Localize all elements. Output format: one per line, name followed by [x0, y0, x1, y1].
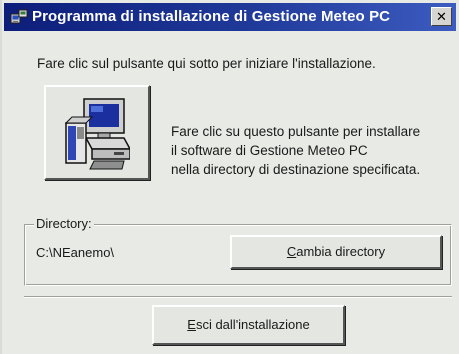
- change-directory-label: ambia directory: [296, 244, 386, 259]
- title-bar: Programma di installazione di Gestione M…: [4, 3, 456, 31]
- directory-group-label: Directory:: [34, 216, 94, 231]
- separator: [24, 296, 452, 298]
- change-directory-button[interactable]: Cambia directory: [230, 235, 442, 269]
- change-directory-mnemonic: C: [286, 244, 297, 259]
- computer-setup-icon: [64, 98, 130, 170]
- setup-app-icon: [10, 9, 28, 24]
- exit-setup-button[interactable]: Esci dall'installazione: [152, 305, 345, 345]
- install-description: Fare clic su questo pulsante per install…: [171, 122, 420, 179]
- setup-window: Programma di installazione di Gestione M…: [0, 0, 459, 354]
- close-button[interactable]: ✕: [431, 7, 452, 26]
- install-description-line: Fare clic su questo pulsante per install…: [171, 124, 421, 139]
- directory-path: C:\NEanemo\: [36, 245, 115, 260]
- install-description-line: nella directory di destinazione specific…: [171, 162, 421, 177]
- window-title: Programma di installazione di Gestione M…: [32, 8, 391, 25]
- close-icon: ✕: [436, 9, 447, 24]
- install-description-line: il software di Gestione Meteo PC: [171, 143, 368, 158]
- intro-text: Fare clic sul pulsante qui sotto per ini…: [37, 56, 376, 71]
- install-button[interactable]: [44, 85, 150, 180]
- exit-setup-mnemonic: E: [187, 317, 196, 332]
- exit-setup-label: sci dall'installazione: [195, 317, 310, 332]
